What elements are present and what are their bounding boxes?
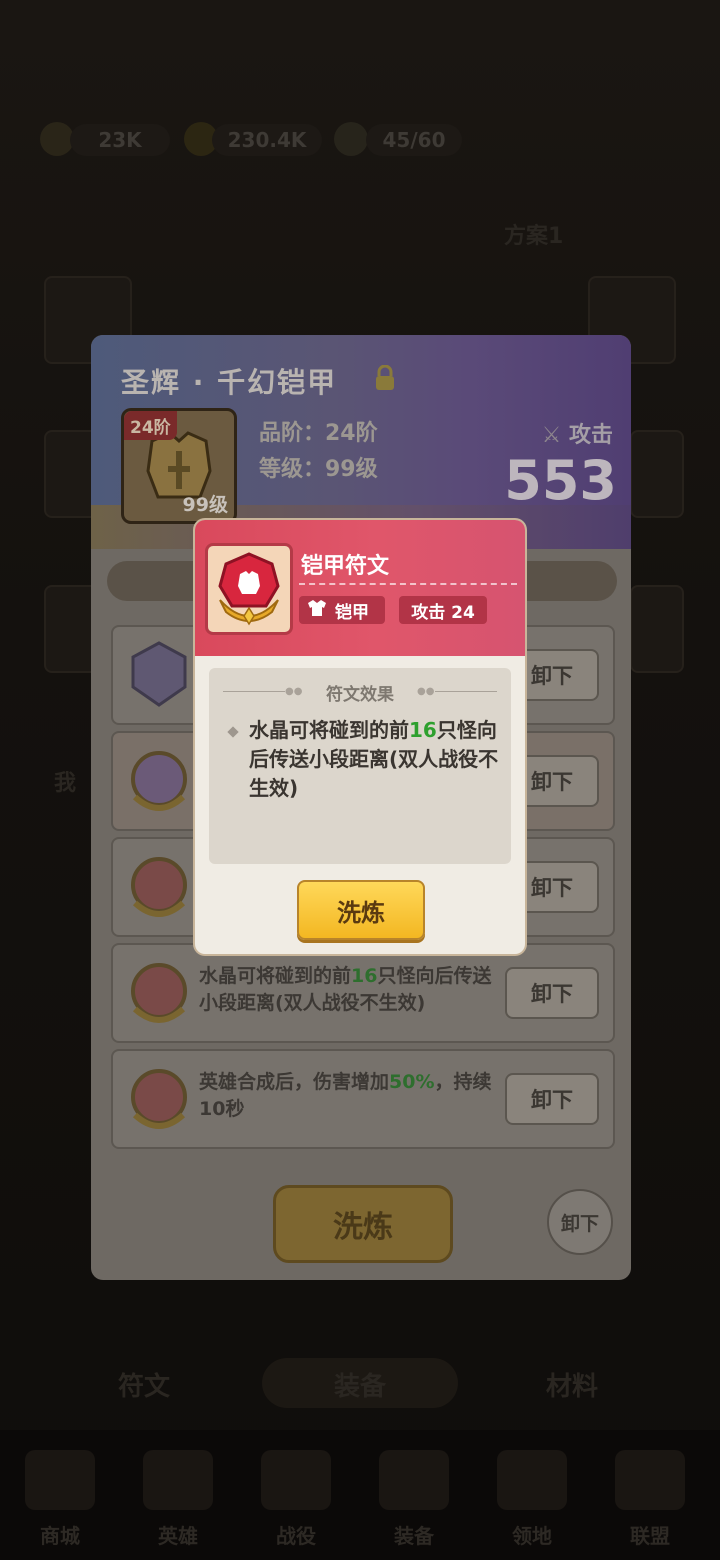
purple-gold-rune-icon: [131, 751, 187, 811]
level-line: 等级：99级: [259, 457, 378, 482]
nav-equipment[interactable]: 装备: [364, 1450, 464, 1550]
unload-all-button[interactable]: 卸下: [547, 1189, 613, 1255]
nav-shop[interactable]: 商城: [10, 1450, 110, 1550]
stamina-counter: 45/60: [366, 124, 462, 156]
title-divider: [299, 583, 517, 585]
castle-icon: [497, 1450, 567, 1510]
reforge-button[interactable]: 洗炼: [297, 880, 425, 940]
equipment-icon-frame: 24阶 99级: [121, 408, 237, 524]
gem-counter: 23K: [70, 124, 170, 156]
nav-territory[interactable]: 领地: [482, 1450, 582, 1550]
rune-icon-frame: [205, 543, 293, 635]
rune-attack-tag: 攻击 24: [399, 596, 487, 624]
ornament-right: ●●: [417, 686, 435, 697]
rune-detail-dialog: 铠甲符文 铠甲 攻击 24 ●● 符文效果 ●● 水晶可将碰到的前16只怪向后传…: [195, 520, 525, 954]
attack-label: ⚔ 攻击: [541, 423, 613, 448]
armor-icon: [379, 1450, 449, 1510]
level-badge: 99级: [182, 494, 228, 516]
stamina-icon: [334, 122, 368, 156]
rune-row: 水晶可将碰到的前16只怪向后传送小段距离(双人战役不生效) 卸下: [111, 943, 615, 1043]
effect-description: 水晶可将碰到的前16只怪向后传送小段距离(双人战役不生效): [249, 718, 499, 800]
armor-rune-icon: [218, 552, 280, 626]
rune-effect-text: 英雄合成后，伤害增加50%，持续10秒: [199, 1071, 492, 1120]
effect-header: 符文效果: [326, 685, 394, 705]
sword-icon: ⚔: [541, 423, 562, 448]
red-rune-icon: [131, 1069, 187, 1129]
rune-row: 英雄合成后，伤害增加50%，持续10秒 卸下: [111, 1049, 615, 1149]
rune-effect-box: ●● 符文效果 ●● 水晶可将碰到的前16只怪向后传送小段距离(双人战役不生效): [209, 668, 511, 864]
side-label: 我: [54, 771, 77, 796]
divider-right: [435, 691, 497, 692]
attack-value: 553: [504, 449, 617, 512]
sword-icon: [261, 1450, 331, 1510]
lock-icon[interactable]: [374, 365, 396, 391]
rune-title: 铠甲符文: [301, 554, 390, 579]
scheme-label: 方案1: [504, 224, 564, 249]
tab-equipment[interactable]: 装备: [334, 1366, 386, 1403]
hero-icon: [143, 1450, 213, 1510]
nav-battle[interactable]: 战役: [246, 1450, 346, 1550]
nav-alliance[interactable]: 联盟: [600, 1450, 700, 1550]
shop-icon: [25, 1450, 95, 1510]
bg-equip-slot: [630, 585, 684, 673]
grade-line: 品阶：24阶: [259, 421, 378, 446]
reforge-all-button[interactable]: 洗炼: [273, 1185, 453, 1263]
bullet-icon: [227, 726, 239, 738]
bg-equip-slot: [630, 430, 684, 518]
shirt-icon: [307, 599, 327, 622]
red-rune-icon: [131, 857, 187, 917]
gem-icon: [40, 122, 74, 156]
shield-icon: [615, 1450, 685, 1510]
nav-heroes[interactable]: 英雄: [128, 1450, 228, 1550]
rune-type-tag: 铠甲: [299, 596, 385, 624]
tab-materials[interactable]: 材料: [546, 1366, 598, 1403]
unload-button[interactable]: 卸下: [505, 1073, 599, 1125]
unload-button[interactable]: 卸下: [505, 967, 599, 1019]
tier-badge: 24阶: [124, 411, 177, 440]
red-rune-icon: [131, 963, 187, 1023]
tab-runes[interactable]: 符文: [118, 1366, 170, 1403]
gold-counter: 230.4K: [212, 124, 322, 156]
rune-effect-text: 水晶可将碰到的前16只怪向后传送小段距离(双人战役不生效): [199, 965, 492, 1014]
purple-rune-icon: [131, 641, 187, 707]
equipment-title: 圣辉 · 千幻铠甲: [121, 366, 338, 399]
